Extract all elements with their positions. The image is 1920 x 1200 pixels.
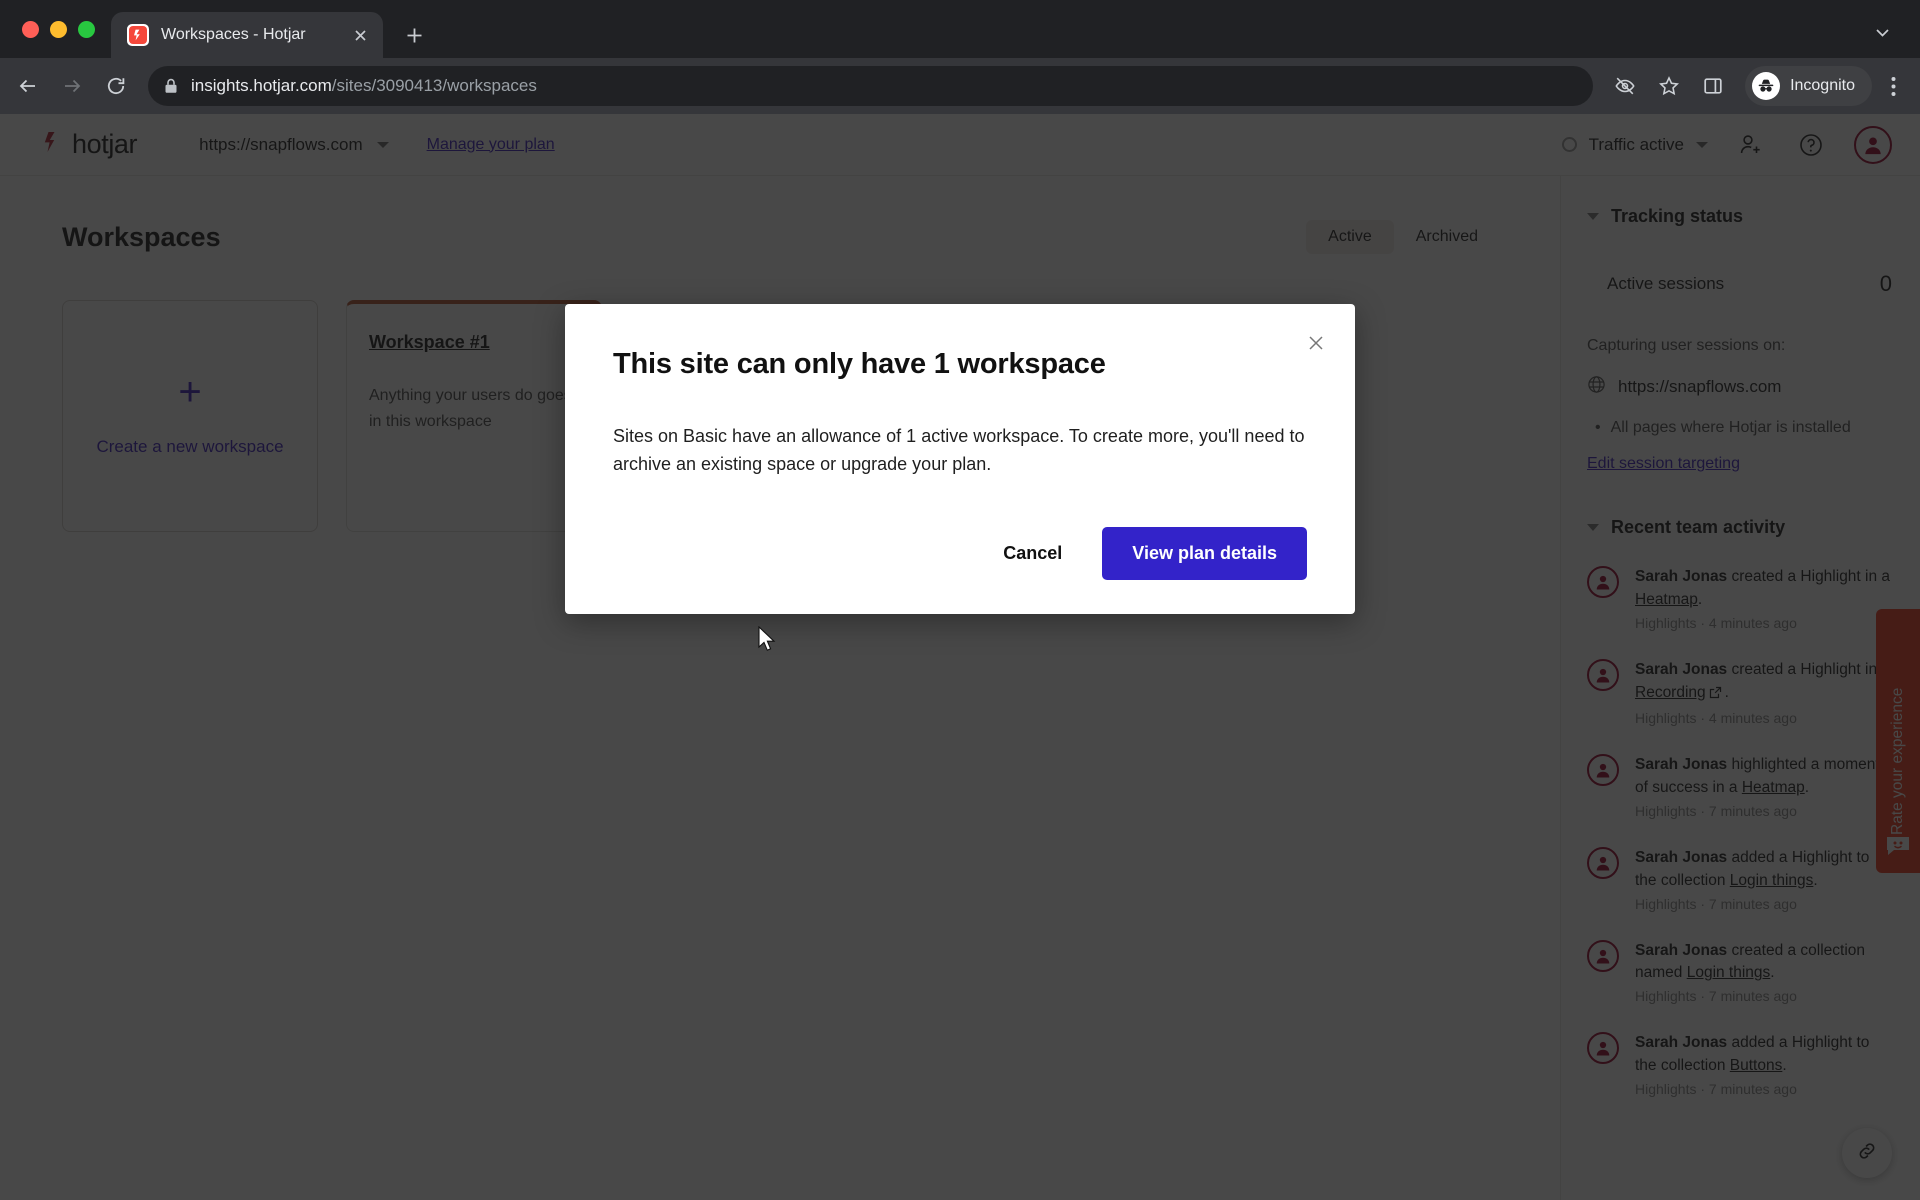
chevron-down-icon[interactable]	[1862, 12, 1902, 52]
modal-actions: Cancel View plan details	[613, 526, 1307, 580]
plus-icon[interactable]	[397, 18, 431, 52]
side-panel-icon[interactable]	[1693, 66, 1733, 106]
browser-tab[interactable]: Workspaces - Hotjar	[111, 12, 383, 58]
close-window-button[interactable]	[22, 20, 39, 38]
url-path: /sites/3090413/workspaces	[331, 76, 537, 95]
incognito-profile-button[interactable]: Incognito	[1745, 66, 1872, 106]
eye-slash-icon[interactable]	[1605, 66, 1645, 106]
page-viewport: hotjar https://snapflows.com Manage your…	[0, 114, 1920, 1200]
incognito-label: Incognito	[1790, 77, 1855, 94]
address-bar-url: insights.hotjar.com/sites/3090413/worksp…	[191, 76, 537, 96]
mouse-cursor	[757, 625, 777, 659]
close-icon[interactable]	[349, 24, 371, 46]
cancel-button[interactable]: Cancel	[981, 529, 1084, 578]
toolbar-right-actions: Incognito	[1605, 66, 1910, 106]
minimize-window-button[interactable]	[50, 20, 67, 38]
window-traffic-lights[interactable]	[14, 0, 111, 58]
hotjar-favicon	[127, 24, 149, 46]
star-icon[interactable]	[1649, 66, 1689, 106]
browser-tab-strip: Workspaces - Hotjar	[0, 0, 1920, 58]
view-plan-details-button[interactable]: View plan details	[1102, 526, 1307, 580]
address-bar[interactable]: insights.hotjar.com/sites/3090413/worksp…	[148, 66, 1594, 106]
url-domain: insights.hotjar.com	[191, 76, 332, 95]
arrow-back-icon[interactable]	[8, 66, 48, 106]
reload-icon[interactable]	[96, 66, 136, 106]
incognito-icon	[1752, 72, 1781, 100]
modal-scrim[interactable]	[0, 114, 1920, 1200]
modal-title: This site can only have 1 workspace	[613, 348, 1106, 380]
browser-tab-title: Workspaces - Hotjar	[161, 26, 306, 43]
close-icon[interactable]	[1303, 330, 1329, 356]
arrow-forward-icon[interactable]	[52, 66, 92, 106]
kebab-menu-icon[interactable]	[1876, 66, 1910, 106]
lock-icon	[164, 78, 178, 94]
browser-window: Workspaces - Hotjar insights.hotjar.com/…	[0, 0, 1920, 1200]
workspace-limit-modal: This site can only have 1 workspace Site…	[565, 304, 1355, 614]
browser-toolbar: insights.hotjar.com/sites/3090413/worksp…	[0, 58, 1920, 114]
maximize-window-button[interactable]	[78, 20, 95, 38]
modal-body-text: Sites on Basic have an allowance of 1 ac…	[613, 426, 1305, 474]
